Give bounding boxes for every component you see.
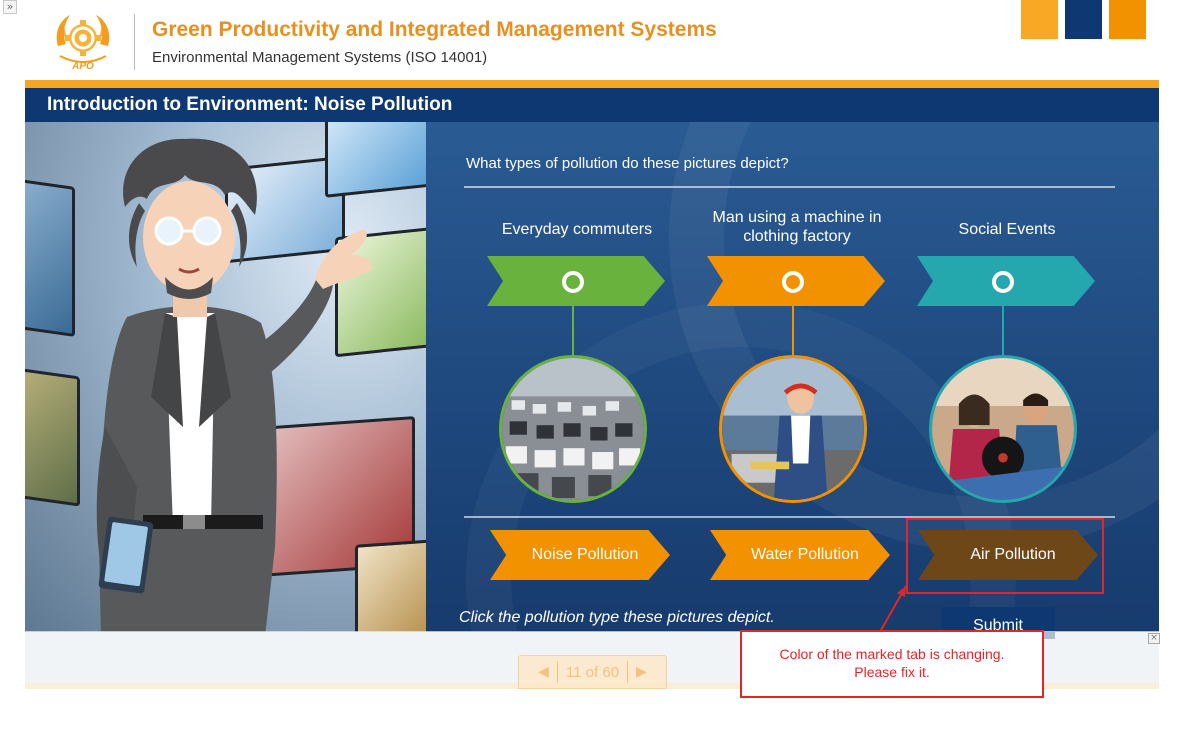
picture-label: Man using a machine in clothing factory: [712, 209, 882, 245]
header-divider: [134, 14, 135, 70]
answer-noise-pollution[interactable]: Noise Pollution: [490, 530, 670, 580]
answer-water-pollution[interactable]: Water Pollution: [710, 530, 890, 580]
traffic-photo-icon: [499, 355, 647, 503]
close-icon[interactable]: ×: [1148, 633, 1160, 644]
instruction-text: Click the pollution type these pictures …: [459, 609, 775, 626]
course-player: » APO Green Productivity and Integrated …: [0, 0, 1181, 732]
presenter-panel: [25, 122, 426, 632]
brand-square-2: [1065, 0, 1102, 39]
presenter-character: [96, 138, 372, 632]
slide-title-bar: Introduction to Environment: Noise Pollu…: [25, 88, 1159, 122]
picture-card-factory: Man using a machine in clothing factory: [702, 122, 892, 512]
annotation-line-1: Color of the marked tab is changing.: [779, 646, 1005, 662]
factory-worker-photo-icon: [719, 355, 867, 503]
brand-square-3: [1109, 0, 1146, 39]
expand-toggle-icon[interactable]: »: [3, 0, 17, 14]
radio-circle-icon[interactable]: [562, 271, 584, 293]
next-slide-icon[interactable]: ▶: [628, 664, 655, 680]
slide-pager: ◀ 11 of 60 ▶: [518, 655, 667, 689]
course-title: Green Productivity and Integrated Manage…: [152, 18, 717, 41]
annotation-callout: Color of the marked tab is changing. Ple…: [740, 630, 1044, 698]
picture-card-social: Social Events: [912, 122, 1102, 512]
connector-line: [572, 306, 574, 356]
connector-line: [792, 306, 794, 356]
header-accent-rule: [25, 80, 1159, 88]
slide-title: Introduction to Environment: Noise Pollu…: [47, 94, 453, 115]
picture-label: Social Events: [958, 221, 1056, 238]
connector-line: [1002, 306, 1004, 356]
logo-text: APO: [71, 61, 94, 72]
radio-circle-icon[interactable]: [782, 271, 804, 293]
radio-circle-icon[interactable]: [992, 271, 1014, 293]
picture-label: Everyday commuters: [501, 221, 653, 238]
course-subtitle: Environmental Management Systems (ISO 14…: [152, 49, 488, 66]
annotation-highlight-box: [906, 518, 1104, 594]
picture-card-commuters: Everyday commuters: [482, 122, 672, 512]
annotation-line-2: Please fix it.: [854, 664, 930, 680]
brand-square-1: [1021, 0, 1058, 39]
brand-squares: [1021, 0, 1146, 39]
prev-slide-icon[interactable]: ◀: [530, 664, 557, 680]
slide-counter: 11 of 60: [565, 663, 620, 681]
social-party-photo-icon: [929, 355, 1077, 503]
apo-logo-icon: APO: [56, 15, 110, 72]
